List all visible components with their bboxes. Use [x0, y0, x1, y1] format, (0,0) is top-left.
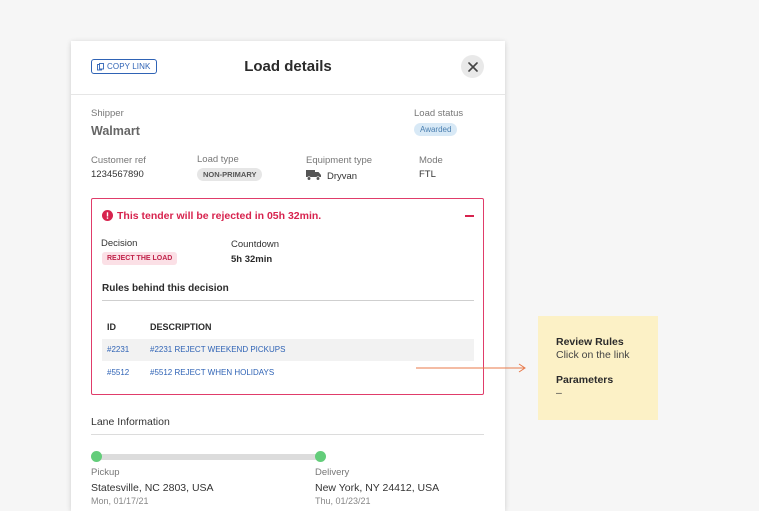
rule-id-link[interactable]: #2231: [107, 345, 129, 354]
column-header-id: ID: [107, 322, 116, 332]
lane-information-title: Lane Information: [91, 416, 170, 428]
note-text-parameters: –: [556, 387, 562, 399]
pickup-label: Pickup: [91, 467, 120, 478]
rule-id-link[interactable]: #5512: [107, 368, 129, 377]
alert-message: This tender will be rejected in 05h 32mi…: [117, 210, 322, 222]
route-progress-track: [96, 454, 320, 460]
note-heading-parameters: Parameters: [556, 374, 614, 386]
load-details-panel: COPY LINK Load details Shipper Walmart L…: [71, 41, 505, 511]
customer-ref-label: Customer ref: [91, 155, 146, 166]
table-row: #2231 #2231 REJECT WEEKEND PICKUPS: [102, 339, 474, 361]
rule-description-link[interactable]: #2231 REJECT WEEKEND PICKUPS: [150, 345, 285, 354]
load-status-label: Load status: [414, 108, 464, 119]
pickup-location: Statesville, NC 2803, USA: [91, 482, 214, 494]
annotation-note: Review Rules Click on the link Parameter…: [538, 316, 658, 420]
rule-description-link[interactable]: #5512 REJECT WHEN HOLIDAYS: [150, 368, 274, 377]
delivery-location: New York, NY 24412, USA: [315, 482, 440, 494]
divider: [91, 434, 484, 435]
mode-value: FTL: [419, 169, 436, 180]
load-type-label: Load type: [197, 154, 239, 165]
close-icon: [467, 61, 478, 72]
close-button[interactable]: [461, 55, 484, 78]
delivery-label: Delivery: [315, 467, 350, 478]
mode-label: Mode: [419, 155, 443, 166]
equipment-type-label: Equipment type: [306, 155, 373, 166]
shipper-label: Shipper: [91, 108, 124, 119]
note-text-click-link: Click on the link: [556, 349, 630, 361]
delivery-dot: [315, 451, 326, 462]
annotation-arrow: [416, 363, 526, 373]
panel-header: COPY LINK Load details: [71, 41, 505, 95]
countdown-label: Countdown: [231, 239, 280, 250]
page-title: Load details: [244, 58, 332, 75]
shipper-value: Walmart: [91, 124, 140, 138]
truck-icon: [306, 170, 321, 181]
column-header-description: DESCRIPTION: [150, 322, 212, 332]
decision-label: Decision: [101, 238, 138, 249]
alert-icon: [102, 210, 113, 221]
load-type-badge: NON-PRIMARY: [197, 168, 263, 181]
note-heading-review-rules: Review Rules: [556, 336, 624, 348]
equipment-type-value: Dryvan: [327, 171, 358, 182]
load-status-badge: Awarded: [414, 123, 458, 136]
collapse-button[interactable]: [465, 215, 474, 217]
rules-title: Rules behind this decision: [102, 283, 229, 294]
pickup-dot: [91, 451, 102, 462]
divider: [102, 300, 474, 301]
decision-badge: REJECT THE LOAD: [102, 252, 178, 265]
countdown-value: 5h 32min: [231, 254, 273, 265]
customer-ref-value: 1234567890: [91, 169, 144, 180]
